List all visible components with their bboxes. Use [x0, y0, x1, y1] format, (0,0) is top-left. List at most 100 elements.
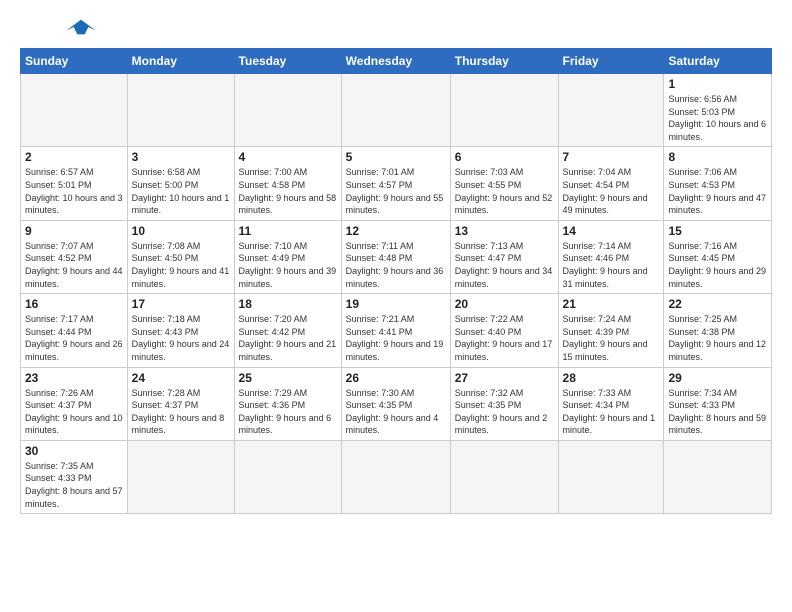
- day-number: 29: [668, 371, 767, 385]
- calendar-day-cell: 24Sunrise: 7:28 AM Sunset: 4:37 PM Dayli…: [127, 367, 234, 440]
- day-number: 19: [346, 297, 446, 311]
- calendar-week-row: 1Sunrise: 6:56 AM Sunset: 5:03 PM Daylig…: [21, 74, 772, 147]
- day-info: Sunrise: 7:28 AM Sunset: 4:37 PM Dayligh…: [132, 387, 230, 437]
- weekday-header: Sunday: [21, 49, 128, 74]
- day-number: 17: [132, 297, 230, 311]
- calendar-day-cell: 14Sunrise: 7:14 AM Sunset: 4:46 PM Dayli…: [558, 220, 664, 293]
- day-number: 11: [239, 224, 337, 238]
- day-info: Sunrise: 7:32 AM Sunset: 4:35 PM Dayligh…: [455, 387, 554, 437]
- calendar-day-cell: 11 Sunrise: 7:10 AM Sunset: 4:49 PM Dayli…: [234, 220, 341, 293]
- calendar-day-cell: [664, 440, 772, 513]
- calendar-day-cell: [127, 74, 234, 147]
- day-info: Sunrise: 7:16 AM Sunset: 4:45 PM Dayligh…: [668, 240, 767, 290]
- calendar-day-cell: 2 Sunrise: 6:57 AM Sunset: 5:01 PM Daylig…: [21, 147, 128, 220]
- calendar-day-cell: 27Sunrise: 7:32 AM Sunset: 4:35 PM Dayli…: [450, 367, 558, 440]
- calendar-day-cell: [341, 440, 450, 513]
- day-number: 21: [563, 297, 660, 311]
- day-number: 7: [563, 150, 660, 164]
- day-info: Sunrise: 7:06 AM Sunset: 4:53 PM Dayligh…: [668, 166, 767, 216]
- calendar: SundayMondayTuesdayWednesdayThursdayFrid…: [20, 48, 772, 514]
- calendar-day-cell: [127, 440, 234, 513]
- day-info: Sunrise: 7:01 AM Sunset: 4:57 PM Dayligh…: [346, 166, 446, 216]
- calendar-day-cell: 1Sunrise: 6:56 AM Sunset: 5:03 PM Daylig…: [664, 74, 772, 147]
- logo-bird-icon: [62, 16, 100, 38]
- weekday-header: Saturday: [664, 49, 772, 74]
- day-number: 18: [239, 297, 337, 311]
- day-info: Sunrise: 7:24 AM Sunset: 4:39 PM Dayligh…: [563, 313, 660, 363]
- calendar-day-cell: [558, 440, 664, 513]
- day-number: 9: [25, 224, 123, 238]
- day-number: 12: [346, 224, 446, 238]
- day-number: 25: [239, 371, 337, 385]
- day-info: Sunrise: 7:07 AM Sunset: 4:52 PM Dayligh…: [25, 240, 123, 290]
- day-info: Sunrise: 7:10 AM Sunset: 4:49 PM Dayligh…: [239, 240, 337, 290]
- day-number: 2: [25, 150, 123, 164]
- day-info: Sunrise: 7:34 AM Sunset: 4:33 PM Dayligh…: [668, 387, 767, 437]
- day-number: 6: [455, 150, 554, 164]
- weekday-header: Tuesday: [234, 49, 341, 74]
- calendar-day-cell: [234, 74, 341, 147]
- calendar-day-cell: 26 Sunrise: 7:30 AM Sunset: 4:35 PM Dayli…: [341, 367, 450, 440]
- day-info: Sunrise: 7:17 AM Sunset: 4:44 PM Dayligh…: [25, 313, 123, 363]
- calendar-week-row: 30Sunrise: 7:35 AM Sunset: 4:33 PM Dayli…: [21, 440, 772, 513]
- day-number: 28: [563, 371, 660, 385]
- day-number: 4: [239, 150, 337, 164]
- day-number: 15: [668, 224, 767, 238]
- day-number: 16: [25, 297, 123, 311]
- calendar-day-cell: 17Sunrise: 7:18 AM Sunset: 4:43 PM Dayli…: [127, 294, 234, 367]
- day-number: 10: [132, 224, 230, 238]
- day-info: Sunrise: 7:14 AM Sunset: 4:46 PM Dayligh…: [563, 240, 660, 290]
- calendar-day-cell: 18 Sunrise: 7:20 AM Sunset: 4:42 PM Dayli…: [234, 294, 341, 367]
- calendar-day-cell: 19 Sunrise: 7:21 AM Sunset: 4:41 PM Dayli…: [341, 294, 450, 367]
- weekday-header: Monday: [127, 49, 234, 74]
- calendar-day-cell: 13 Sunrise: 7:13 AM Sunset: 4:47 PM Dayli…: [450, 220, 558, 293]
- day-info: Sunrise: 7:20 AM Sunset: 4:42 PM Dayligh…: [239, 313, 337, 363]
- day-number: 1: [668, 77, 767, 91]
- day-number: 26: [346, 371, 446, 385]
- calendar-day-cell: 10 Sunrise: 7:08 AM Sunset: 4:50 PM Dayli…: [127, 220, 234, 293]
- day-number: 22: [668, 297, 767, 311]
- calendar-day-cell: 22 Sunrise: 7:25 AM Sunset: 4:38 PM Dayli…: [664, 294, 772, 367]
- day-number: 23: [25, 371, 123, 385]
- day-info: Sunrise: 7:03 AM Sunset: 4:55 PM Dayligh…: [455, 166, 554, 216]
- day-info: Sunrise: 7:22 AM Sunset: 4:40 PM Dayligh…: [455, 313, 554, 363]
- day-info: Sunrise: 7:30 AM Sunset: 4:35 PM Dayligh…: [346, 387, 446, 437]
- day-number: 3: [132, 150, 230, 164]
- day-number: 20: [455, 297, 554, 311]
- calendar-day-cell: 8 Sunrise: 7:06 AM Sunset: 4:53 PM Daylig…: [664, 147, 772, 220]
- day-number: 5: [346, 150, 446, 164]
- calendar-day-cell: 3 Sunrise: 6:58 AM Sunset: 5:00 PM Daylig…: [127, 147, 234, 220]
- calendar-week-row: 23 Sunrise: 7:26 AM Sunset: 4:37 PM Dayli…: [21, 367, 772, 440]
- day-number: 8: [668, 150, 767, 164]
- day-info: Sunrise: 7:29 AM Sunset: 4:36 PM Dayligh…: [239, 387, 337, 437]
- day-info: Sunrise: 7:21 AM Sunset: 4:41 PM Dayligh…: [346, 313, 446, 363]
- calendar-day-cell: 30Sunrise: 7:35 AM Sunset: 4:33 PM Dayli…: [21, 440, 128, 513]
- calendar-day-cell: 12Sunrise: 7:11 AM Sunset: 4:48 PM Dayli…: [341, 220, 450, 293]
- calendar-day-cell: [341, 74, 450, 147]
- calendar-week-row: 2 Sunrise: 6:57 AM Sunset: 5:01 PM Daylig…: [21, 147, 772, 220]
- day-info: Sunrise: 7:26 AM Sunset: 4:37 PM Dayligh…: [25, 387, 123, 437]
- calendar-day-cell: [450, 74, 558, 147]
- day-number: 13: [455, 224, 554, 238]
- calendar-week-row: 9 Sunrise: 7:07 AM Sunset: 4:52 PM Daylig…: [21, 220, 772, 293]
- calendar-day-cell: 15 Sunrise: 7:16 AM Sunset: 4:45 PM Dayli…: [664, 220, 772, 293]
- day-info: Sunrise: 7:04 AM Sunset: 4:54 PM Dayligh…: [563, 166, 660, 216]
- day-info: Sunrise: 7:08 AM Sunset: 4:50 PM Dayligh…: [132, 240, 230, 290]
- calendar-week-row: 16 Sunrise: 7:17 AM Sunset: 4:44 PM Dayli…: [21, 294, 772, 367]
- weekday-header: Thursday: [450, 49, 558, 74]
- day-info: Sunrise: 7:25 AM Sunset: 4:38 PM Dayligh…: [668, 313, 767, 363]
- calendar-day-cell: [450, 440, 558, 513]
- logo: [20, 16, 100, 38]
- calendar-day-cell: 29 Sunrise: 7:34 AM Sunset: 4:33 PM Dayli…: [664, 367, 772, 440]
- day-info: Sunrise: 6:58 AM Sunset: 5:00 PM Dayligh…: [132, 166, 230, 216]
- header: [20, 16, 772, 38]
- calendar-day-cell: 5 Sunrise: 7:01 AM Sunset: 4:57 PM Daylig…: [341, 147, 450, 220]
- weekday-header: Friday: [558, 49, 664, 74]
- day-info: Sunrise: 6:57 AM Sunset: 5:01 PM Dayligh…: [25, 166, 123, 216]
- calendar-day-cell: [558, 74, 664, 147]
- day-info: Sunrise: 7:13 AM Sunset: 4:47 PM Dayligh…: [455, 240, 554, 290]
- calendar-day-cell: 9 Sunrise: 7:07 AM Sunset: 4:52 PM Daylig…: [21, 220, 128, 293]
- calendar-day-cell: 20 Sunrise: 7:22 AM Sunset: 4:40 PM Dayli…: [450, 294, 558, 367]
- calendar-day-cell: [21, 74, 128, 147]
- calendar-day-cell: 7 Sunrise: 7:04 AM Sunset: 4:54 PM Daylig…: [558, 147, 664, 220]
